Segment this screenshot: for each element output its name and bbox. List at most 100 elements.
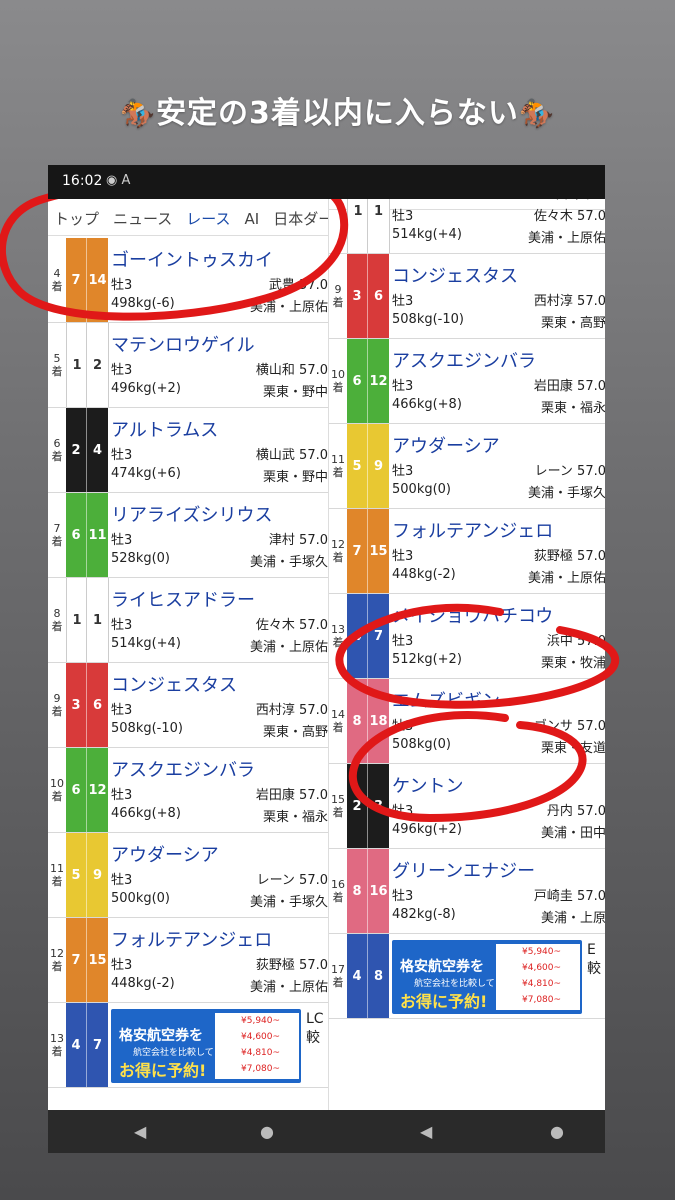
- horse-name[interactable]: エムズビギン: [392, 687, 500, 713]
- waku-number: 5: [66, 833, 86, 917]
- finish-suffix: 着: [332, 721, 344, 734]
- finish-place: 4着: [48, 238, 66, 322]
- flight-ad-banner[interactable]: 格安航空券を 航空会社を比較して お得に予約! ¥5,940~ ¥4,600~ ¥4,81…: [392, 940, 582, 1014]
- ad-cta: お得に予約!: [119, 1061, 207, 1080]
- tab-4[interactable]: 日本ダービー: [267, 199, 328, 235]
- right-result-panel[interactable]: トップニュースレースAI日本ダービー 11ライヒスアドラー牡3佐々木 57.05…: [328, 165, 605, 1110]
- horse-emoji-left: 🏇: [120, 97, 157, 130]
- horse-info: アウダーシア 牡3 レーン 57.0 500kg(0) 美浦・手塚久: [392, 424, 605, 508]
- horse-name[interactable]: ライヒスアドラー: [111, 586, 255, 612]
- result-row[interactable]: 9 着 3 6 コンジェスタス 牡3 西村淳 57.0 508kg(-10) 栗東・高野: [48, 663, 328, 748]
- horse-name[interactable]: コンジェスタス: [111, 671, 237, 697]
- horse-info: フォルテアンジェロ 牡3 荻野極 57.0 448kg(-2) 美浦・上原佑: [111, 918, 328, 1002]
- horse-sex-age: 牡3: [392, 209, 414, 224]
- finish-suffix: 着: [51, 790, 63, 803]
- horse-sex-age: 牡3: [111, 788, 133, 803]
- waku-number: 8: [347, 849, 367, 933]
- trainer-stable: 栗東・友道: [540, 741, 605, 756]
- result-row[interactable]: 14 着 8 18 エムズビギン 牡3 ゴンサ 57.0 508kg(0) 栗東・友道: [329, 679, 605, 764]
- finish-place: 9着: [329, 254, 347, 338]
- result-row[interactable]: 11 着 5 9 アウダーシア 牡3 レーン 57.0 500kg(0) 美浦・手塚久: [329, 424, 605, 509]
- clock: 16:02: [62, 173, 103, 189]
- finish-number: 12: [50, 947, 64, 960]
- finish-number: 11: [331, 453, 345, 466]
- result-row[interactable]: 16 着 8 16 グリーンエナジー 牡3 戸崎圭 57.0 482kg(-8) 美浦・上原: [329, 849, 605, 934]
- jockey-weight: 津村 57.0: [268, 533, 328, 548]
- body-weight: 500kg(0): [111, 891, 171, 906]
- back-icon[interactable]: ◀: [134, 1122, 146, 1141]
- finish-place: 13 着: [329, 594, 347, 678]
- back-icon[interactable]: ◀: [420, 1122, 432, 1141]
- finish-place: 16 着: [329, 849, 347, 933]
- horse-name[interactable]: フォルテアンジェロ: [392, 517, 553, 543]
- horse-number: 7: [367, 594, 389, 678]
- result-row[interactable]: 6 着 2 4 アルトラムス 牡3 横山武 57.0 474kg(+6) 栗東・野中: [48, 408, 328, 493]
- horse-info: エムズビギン 牡3 ゴンサ 57.0 508kg(0) 栗東・友道: [392, 679, 605, 763]
- finish-place: 9着: [48, 663, 66, 747]
- finish-number: 9: [53, 692, 61, 705]
- finish-suffix: 着: [51, 1045, 63, 1058]
- finish-suffix: 着: [332, 636, 344, 649]
- body-weight: 496kg(+2): [392, 822, 462, 837]
- home-icon[interactable]: ●: [260, 1122, 274, 1141]
- tab-1[interactable]: ニュース: [107, 199, 180, 235]
- result-row[interactable]: 13 着 4 7 メイショウハチコウ 牡3 浜中 57.0 512kg(+2) 栗東・牧浦: [329, 594, 605, 679]
- left-result-panel[interactable]: トップニュースレースAI日本ダービー 4着714ゴーイントゥスカイ牡3武豊 57…: [48, 165, 328, 1110]
- jockey-weight: 岩田康 57.0: [533, 379, 605, 394]
- jockey-weight: レーン 57.0: [256, 873, 328, 888]
- horse-number: 8: [367, 934, 389, 1018]
- body-weight: 466kg(+8): [111, 806, 181, 821]
- home-icon[interactable]: ●: [550, 1122, 564, 1141]
- horse-name[interactable]: リアライズシリウス: [111, 501, 272, 527]
- tab-3[interactable]: AI: [239, 201, 268, 235]
- result-row[interactable]: 11 着 5 9 アウダーシア 牡3 レーン 57.0 500kg(0) 美浦・手塚久: [48, 833, 328, 918]
- trainer-stable: 栗東・福永: [540, 401, 605, 416]
- horse-name[interactable]: メイショウハチコウ: [392, 602, 553, 628]
- horse-name[interactable]: アウダーシア: [111, 841, 219, 867]
- result-row[interactable]: 10 着 6 12 アスクエジンバラ 牡3 岩田康 57.0 466kg(+8) 栗東・福永: [329, 339, 605, 424]
- horse-sex-age: 牡3: [111, 533, 133, 548]
- horse-name[interactable]: グリーンエナジー: [392, 857, 535, 883]
- waku-number: 4: [347, 594, 367, 678]
- result-row[interactable]: 12 着 7 15 フォルテアンジェロ 牡3 荻野極 57.0 448kg(-2) 美浦・上原佑: [48, 918, 328, 1003]
- result-row[interactable]: 9 着 3 6 コンジェスタス 牡3 西村淳 57.0 508kg(-10) 栗東・高野: [329, 254, 605, 339]
- flight-ad-banner[interactable]: 格安航空券を 航空会社を比較して お得に予約! ¥5,940~ ¥4,600~ ¥4,81…: [111, 1009, 301, 1083]
- horse-name[interactable]: アルトラムス: [111, 416, 218, 442]
- horse-sex-age: 牡3: [392, 294, 414, 309]
- finish-place: 12 着: [329, 509, 347, 593]
- result-row[interactable]: 15 着 2 3 ケントン 牡3 丹内 57.0 496kg(+2) 美浦・田中: [329, 764, 605, 849]
- horse-name[interactable]: マテンロウゲイル: [111, 331, 255, 357]
- horse-sex-age: 牡3: [392, 634, 414, 649]
- finish-number: 4: [53, 267, 61, 280]
- result-row[interactable]: 8 着 1 1 ライヒスアドラー 牡3 佐々木 57.0 514kg(+4) 美浦・上原佑: [48, 578, 328, 663]
- finish-number: 16: [331, 878, 345, 891]
- jockey-weight: 西村淳 57.0: [533, 294, 605, 309]
- horse-name[interactable]: フォルテアンジェロ: [111, 926, 272, 952]
- horse-name[interactable]: アウダーシア: [392, 432, 500, 458]
- horse-name[interactable]: コンジェスタス: [392, 262, 518, 288]
- horse-info: アルトラムス 牡3 横山武 57.0 474kg(+6) 栗東・野中: [111, 408, 328, 492]
- trainer-stable: 栗東・野中: [262, 470, 328, 485]
- finish-number: 10: [50, 777, 64, 790]
- story-caption: 🏇安定の3着以内に入らない🏇: [0, 88, 675, 132]
- result-row[interactable]: 4 着 7 14 ゴーイントゥスカイ 牡3 武豊 57.0 498kg(-6) 美浦・上原佑: [48, 238, 328, 323]
- horse-name[interactable]: ケントン: [392, 772, 463, 798]
- waku-number: 6: [66, 493, 86, 577]
- finish-place: 15 着: [329, 764, 347, 848]
- trainer-stable: 美浦・手塚久: [527, 486, 605, 501]
- result-row[interactable]: 5 着 1 2 マテンロウゲイル 牡3 横山和 57.0 496kg(+2) 栗東・野中: [48, 323, 328, 408]
- result-row[interactable]: 12 着 7 15 フォルテアンジェロ 牡3 荻野極 57.0 448kg(-2) 美浦・上原佑: [329, 509, 605, 594]
- result-row[interactable]: 7 着 6 11 リアライズシリウス 牡3 津村 57.0 528kg(0) 美浦・手塚久: [48, 493, 328, 578]
- horse-name[interactable]: ゴーイントゥスカイ: [111, 246, 273, 272]
- tab-2[interactable]: レース: [180, 199, 238, 235]
- horse-name[interactable]: アスクエジンバラ: [111, 756, 255, 782]
- horse-sex-age: 牡3: [111, 873, 133, 888]
- tab-0[interactable]: トップ: [48, 199, 107, 235]
- horse-number: 14: [86, 238, 108, 322]
- horse-name[interactable]: アスクエジンバラ: [392, 347, 536, 373]
- horse-sex-age: 牡3: [111, 958, 133, 973]
- result-row[interactable]: 10 着 6 12 アスクエジンバラ 牡3 岩田康 57.0 466kg(+8) 栗東・福永: [48, 748, 328, 833]
- finish-number: 17: [331, 963, 345, 976]
- horse-number: 18: [367, 679, 389, 763]
- phone-screenshot: 16:02 ◉ A トップニュースレースAI日本ダービー 4着714ゴーイントゥ…: [48, 165, 605, 1153]
